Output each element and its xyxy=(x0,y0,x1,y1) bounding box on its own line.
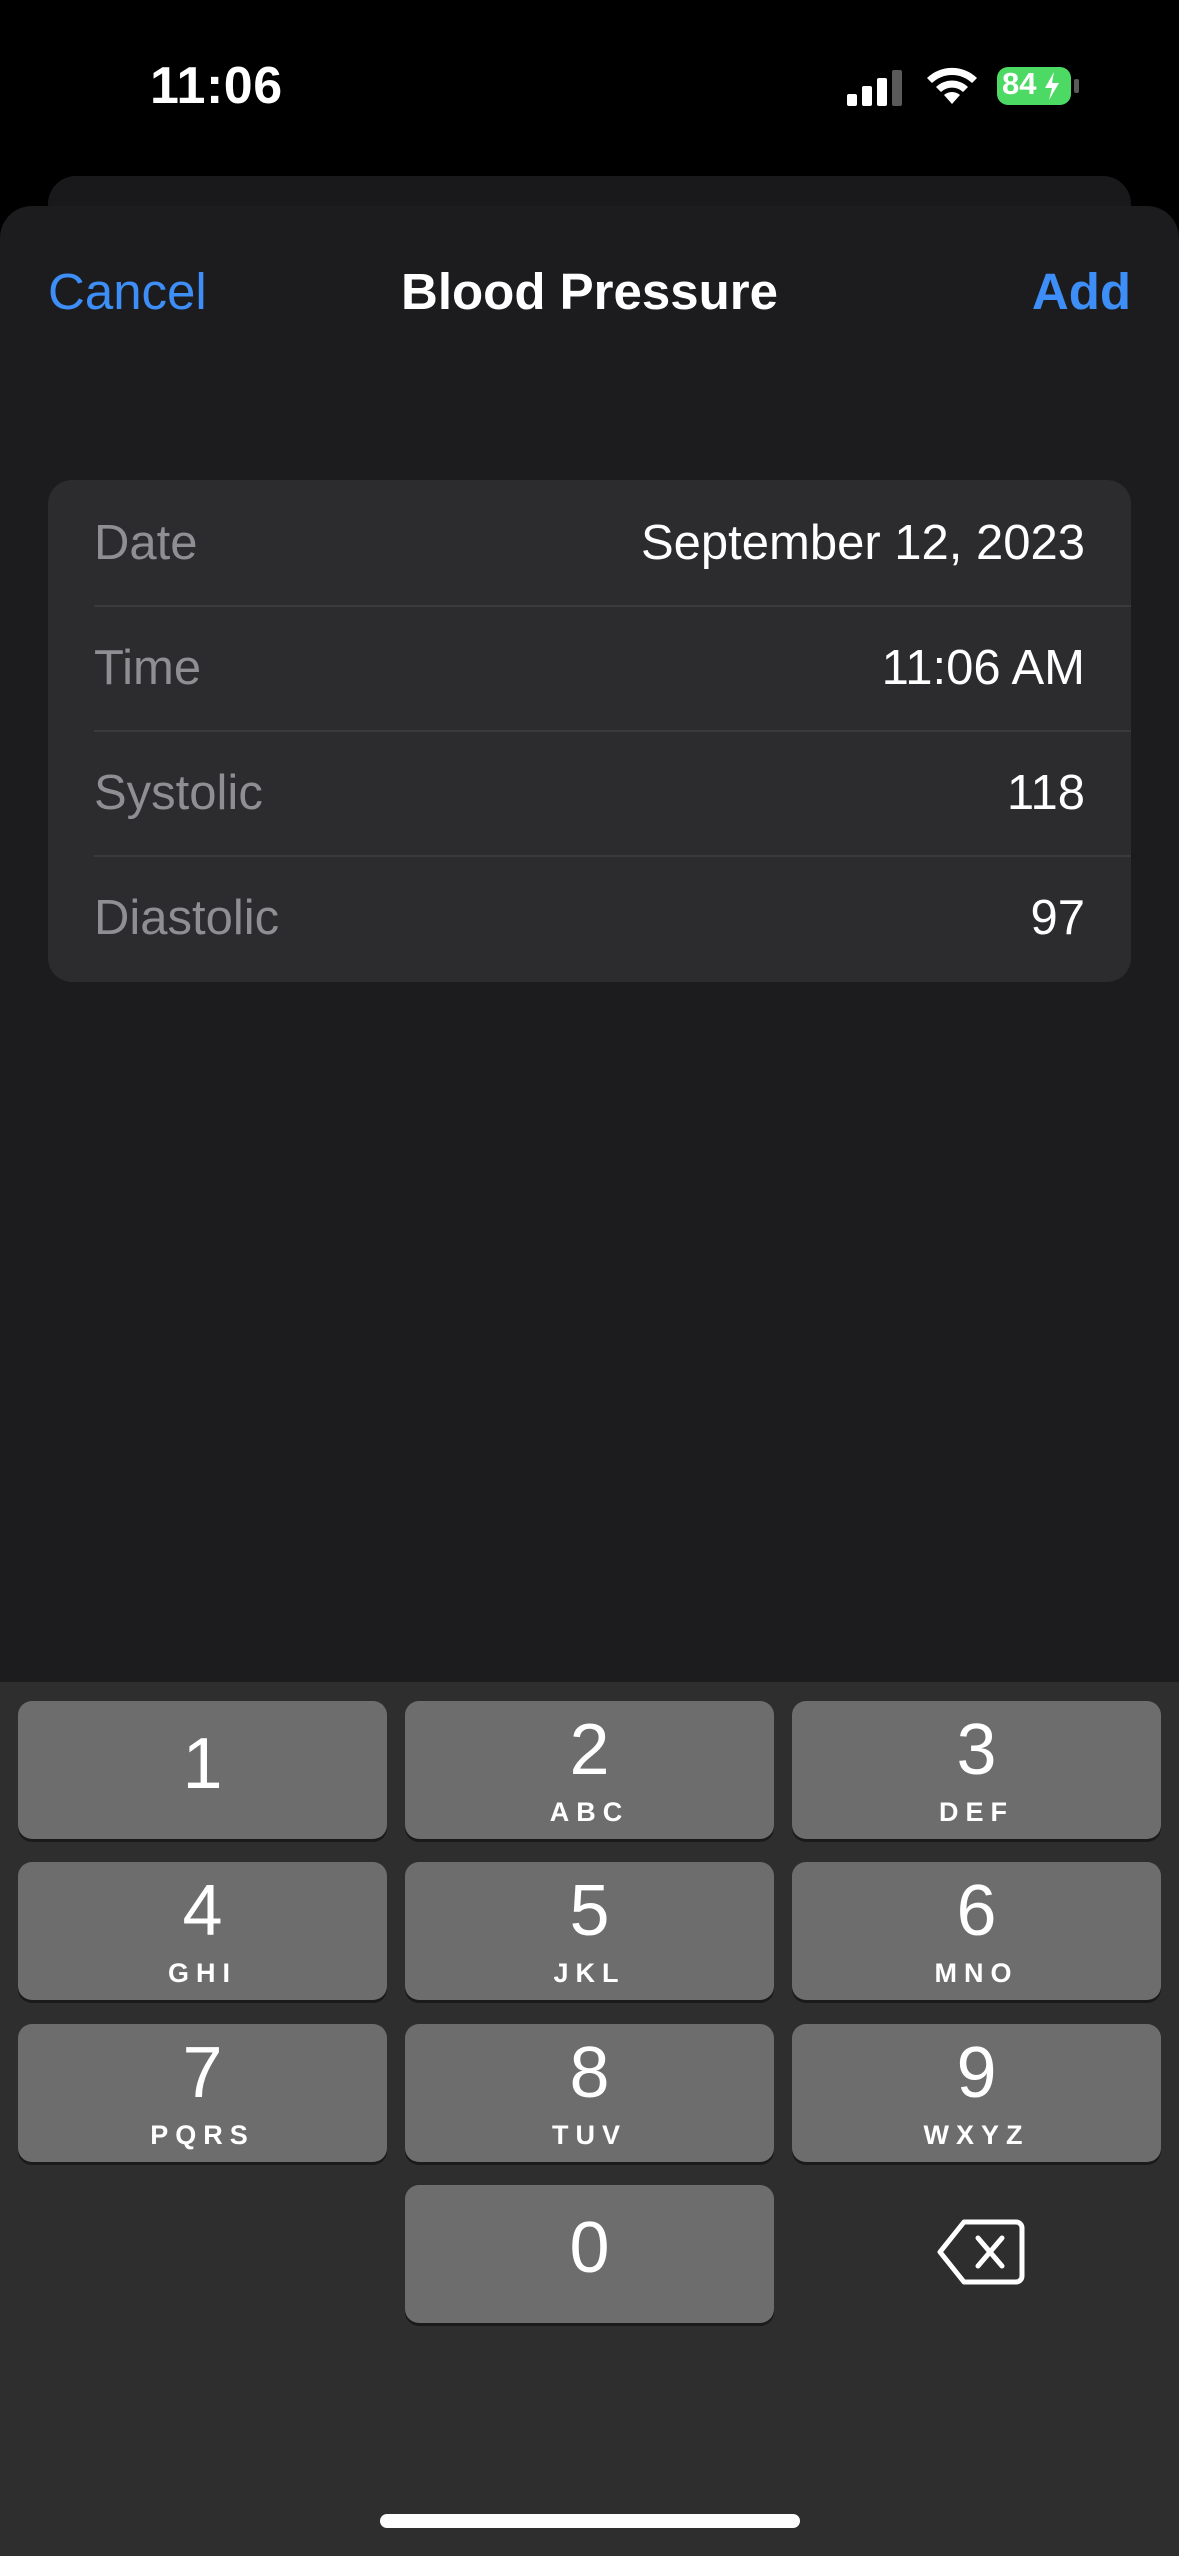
key-2[interactable]: 2 ABC xyxy=(405,1701,774,1839)
key-8[interactable]: 8 TUV xyxy=(405,2024,774,2162)
diastolic-row[interactable]: Diastolic 97 xyxy=(48,855,1131,980)
key-5[interactable]: 5 JKL xyxy=(405,1862,774,2000)
key-2-letters: ABC xyxy=(549,1797,630,1827)
screen: 11:06 84 Blood Pressure Cancel Add Date … xyxy=(0,0,1179,2556)
systolic-label: Systolic xyxy=(94,765,263,820)
key-1-digit: 1 xyxy=(182,1724,223,1804)
key-7-letters: PQRS xyxy=(150,2120,255,2150)
home-indicator[interactable] xyxy=(380,2514,800,2528)
wifi-icon xyxy=(927,67,977,104)
key-8-letters: TUV xyxy=(552,2120,627,2150)
key-9-letters: WXYZ xyxy=(923,2120,1030,2150)
systolic-field[interactable]: 118 xyxy=(1007,765,1085,821)
key-4-digit: 4 xyxy=(182,1871,223,1951)
key-7-digit: 7 xyxy=(182,2033,223,2113)
key-6[interactable]: 6 MNO xyxy=(792,1862,1161,2000)
key-1[interactable]: 1 xyxy=(18,1701,387,1839)
time-value[interactable]: 11:06 AM xyxy=(882,640,1085,696)
key-0[interactable]: 0 xyxy=(405,2185,774,2323)
key-3[interactable]: 3 DEF xyxy=(792,1701,1161,1839)
key-7[interactable]: 7 PQRS xyxy=(18,2024,387,2162)
date-label: Date xyxy=(94,515,198,570)
key-3-digit: 3 xyxy=(956,1710,997,1790)
battery-level: 84 xyxy=(1002,66,1037,101)
key-6-digit: 6 xyxy=(956,1871,997,1951)
key-9-digit: 9 xyxy=(956,2033,997,2113)
key-4[interactable]: 4 GHI xyxy=(18,1862,387,2000)
key-5-digit: 5 xyxy=(569,1871,610,1951)
date-row[interactable]: Date September 12, 2023 xyxy=(48,480,1131,605)
delete-backspace-icon[interactable] xyxy=(936,2212,1026,2292)
key-0-digit: 0 xyxy=(569,2208,610,2288)
key-2-digit: 2 xyxy=(569,1710,610,1790)
add-button[interactable]: Add xyxy=(1032,262,1131,321)
navigation-bar: Blood Pressure Cancel Add xyxy=(0,206,1179,376)
time-label: Time xyxy=(94,640,202,695)
diastolic-label: Diastolic xyxy=(94,890,280,945)
blood-pressure-form: Date September 12, 2023 Time 11:06 AM Sy… xyxy=(48,480,1131,982)
diastolic-field[interactable]: 97 xyxy=(1030,890,1085,946)
status-bar: 11:06 84 xyxy=(0,0,1179,170)
date-value[interactable]: September 12, 2023 xyxy=(641,515,1085,571)
cellular-signal-icon xyxy=(847,70,902,106)
status-time: 11:06 xyxy=(150,57,283,115)
key-9[interactable]: 9 WXYZ xyxy=(792,2024,1161,2162)
cancel-button[interactable]: Cancel xyxy=(48,262,207,321)
key-5-letters: JKL xyxy=(553,1958,626,1988)
key-6-letters: MNO xyxy=(934,1958,1019,1988)
key-3-letters: DEF xyxy=(939,1797,1014,1827)
key-8-digit: 8 xyxy=(569,2033,610,2113)
key-4-letters: GHI xyxy=(167,1958,237,1988)
time-row[interactable]: Time 11:06 AM xyxy=(48,605,1131,730)
systolic-row[interactable]: Systolic 118 xyxy=(48,730,1131,855)
